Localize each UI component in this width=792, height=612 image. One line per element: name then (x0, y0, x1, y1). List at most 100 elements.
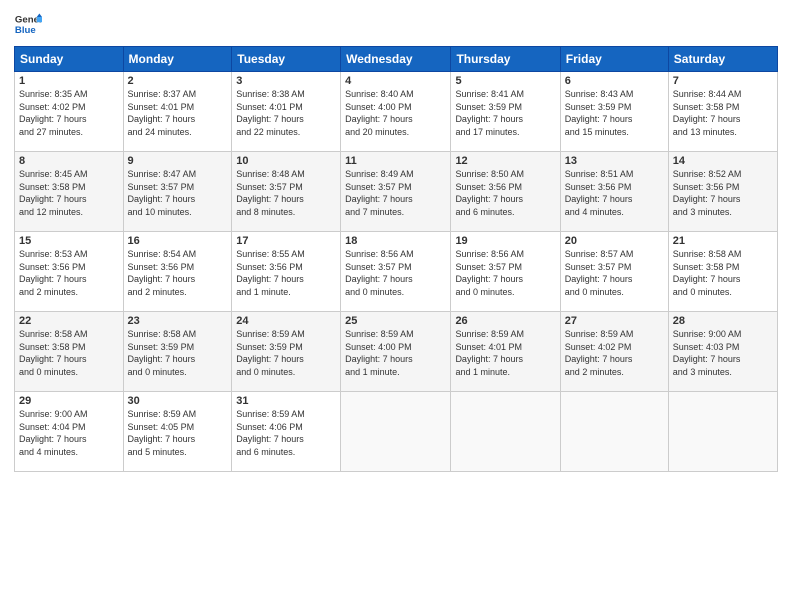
day-info: Sunrise: 8:44 AMSunset: 3:58 PMDaylight:… (673, 88, 773, 138)
calendar-cell: 7Sunrise: 8:44 AMSunset: 3:58 PMDaylight… (668, 72, 777, 152)
calendar-cell: 16Sunrise: 8:54 AMSunset: 3:56 PMDayligh… (123, 232, 232, 312)
day-number: 30 (128, 395, 228, 407)
calendar-cell: 29Sunrise: 9:00 AMSunset: 4:04 PMDayligh… (15, 392, 124, 472)
day-info: Sunrise: 8:59 AMSunset: 4:06 PMDaylight:… (236, 408, 336, 458)
day-info: Sunrise: 8:54 AMSunset: 3:56 PMDaylight:… (128, 248, 228, 298)
day-number: 28 (673, 315, 773, 327)
calendar-cell: 11Sunrise: 8:49 AMSunset: 3:57 PMDayligh… (341, 152, 451, 232)
day-number: 5 (455, 75, 555, 87)
day-info: Sunrise: 8:35 AMSunset: 4:02 PMDaylight:… (19, 88, 119, 138)
day-number: 24 (236, 315, 336, 327)
day-info: Sunrise: 8:48 AMSunset: 3:57 PMDaylight:… (236, 168, 336, 218)
weekday-header-tuesday: Tuesday (232, 47, 341, 72)
calendar-cell: 26Sunrise: 8:59 AMSunset: 4:01 PMDayligh… (451, 312, 560, 392)
calendar-cell: 30Sunrise: 8:59 AMSunset: 4:05 PMDayligh… (123, 392, 232, 472)
calendar-cell: 19Sunrise: 8:56 AMSunset: 3:57 PMDayligh… (451, 232, 560, 312)
day-info: Sunrise: 8:58 AMSunset: 3:58 PMDaylight:… (19, 328, 119, 378)
day-number: 26 (455, 315, 555, 327)
calendar-cell: 21Sunrise: 8:58 AMSunset: 3:58 PMDayligh… (668, 232, 777, 312)
day-info: Sunrise: 8:49 AMSunset: 3:57 PMDaylight:… (345, 168, 446, 218)
day-info: Sunrise: 9:00 AMSunset: 4:03 PMDaylight:… (673, 328, 773, 378)
day-number: 12 (455, 155, 555, 167)
day-info: Sunrise: 8:59 AMSunset: 4:01 PMDaylight:… (455, 328, 555, 378)
day-info: Sunrise: 8:59 AMSunset: 4:02 PMDaylight:… (565, 328, 664, 378)
day-info: Sunrise: 8:58 AMSunset: 3:59 PMDaylight:… (128, 328, 228, 378)
calendar-cell: 10Sunrise: 8:48 AMSunset: 3:57 PMDayligh… (232, 152, 341, 232)
calendar-cell: 22Sunrise: 8:58 AMSunset: 3:58 PMDayligh… (15, 312, 124, 392)
calendar-cell: 18Sunrise: 8:56 AMSunset: 3:57 PMDayligh… (341, 232, 451, 312)
day-number: 14 (673, 155, 773, 167)
day-info: Sunrise: 8:56 AMSunset: 3:57 PMDaylight:… (455, 248, 555, 298)
day-number: 21 (673, 235, 773, 247)
day-info: Sunrise: 9:00 AMSunset: 4:04 PMDaylight:… (19, 408, 119, 458)
day-info: Sunrise: 8:57 AMSunset: 3:57 PMDaylight:… (565, 248, 664, 298)
calendar-cell: 20Sunrise: 8:57 AMSunset: 3:57 PMDayligh… (560, 232, 668, 312)
day-number: 29 (19, 395, 119, 407)
day-number: 19 (455, 235, 555, 247)
week-row-4: 22Sunrise: 8:58 AMSunset: 3:58 PMDayligh… (15, 312, 778, 392)
calendar-cell: 3Sunrise: 8:38 AMSunset: 4:01 PMDaylight… (232, 72, 341, 152)
day-number: 20 (565, 235, 664, 247)
day-number: 27 (565, 315, 664, 327)
calendar-cell (451, 392, 560, 472)
day-info: Sunrise: 8:56 AMSunset: 3:57 PMDaylight:… (345, 248, 446, 298)
day-number: 18 (345, 235, 446, 247)
calendar-cell: 13Sunrise: 8:51 AMSunset: 3:56 PMDayligh… (560, 152, 668, 232)
calendar-cell: 8Sunrise: 8:45 AMSunset: 3:58 PMDaylight… (15, 152, 124, 232)
day-number: 15 (19, 235, 119, 247)
weekday-header-wednesday: Wednesday (341, 47, 451, 72)
calendar-cell (560, 392, 668, 472)
day-info: Sunrise: 8:50 AMSunset: 3:56 PMDaylight:… (455, 168, 555, 218)
calendar-cell: 4Sunrise: 8:40 AMSunset: 4:00 PMDaylight… (341, 72, 451, 152)
day-number: 25 (345, 315, 446, 327)
svg-text:Blue: Blue (15, 25, 36, 36)
weekday-header-friday: Friday (560, 47, 668, 72)
calendar-cell: 1Sunrise: 8:35 AMSunset: 4:02 PMDaylight… (15, 72, 124, 152)
calendar: SundayMondayTuesdayWednesdayThursdayFrid… (14, 46, 778, 472)
week-row-5: 29Sunrise: 9:00 AMSunset: 4:04 PMDayligh… (15, 392, 778, 472)
calendar-cell (668, 392, 777, 472)
day-number: 2 (128, 75, 228, 87)
day-info: Sunrise: 8:52 AMSunset: 3:56 PMDaylight:… (673, 168, 773, 218)
day-info: Sunrise: 8:53 AMSunset: 3:56 PMDaylight:… (19, 248, 119, 298)
day-number: 10 (236, 155, 336, 167)
day-number: 6 (565, 75, 664, 87)
day-info: Sunrise: 8:59 AMSunset: 3:59 PMDaylight:… (236, 328, 336, 378)
calendar-cell: 9Sunrise: 8:47 AMSunset: 3:57 PMDaylight… (123, 152, 232, 232)
day-info: Sunrise: 8:45 AMSunset: 3:58 PMDaylight:… (19, 168, 119, 218)
day-number: 1 (19, 75, 119, 87)
calendar-cell: 14Sunrise: 8:52 AMSunset: 3:56 PMDayligh… (668, 152, 777, 232)
weekday-header-monday: Monday (123, 47, 232, 72)
logo: General Blue (14, 10, 42, 38)
weekday-header-thursday: Thursday (451, 47, 560, 72)
day-number: 31 (236, 395, 336, 407)
day-number: 3 (236, 75, 336, 87)
calendar-cell: 5Sunrise: 8:41 AMSunset: 3:59 PMDaylight… (451, 72, 560, 152)
day-info: Sunrise: 8:40 AMSunset: 4:00 PMDaylight:… (345, 88, 446, 138)
header-row: SundayMondayTuesdayWednesdayThursdayFrid… (15, 47, 778, 72)
week-row-1: 1Sunrise: 8:35 AMSunset: 4:02 PMDaylight… (15, 72, 778, 152)
calendar-cell: 12Sunrise: 8:50 AMSunset: 3:56 PMDayligh… (451, 152, 560, 232)
calendar-cell: 31Sunrise: 8:59 AMSunset: 4:06 PMDayligh… (232, 392, 341, 472)
header: General Blue (14, 10, 778, 38)
page: General Blue SundayMondayTuesdayWednesda… (0, 0, 792, 612)
day-info: Sunrise: 8:51 AMSunset: 3:56 PMDaylight:… (565, 168, 664, 218)
calendar-cell: 6Sunrise: 8:43 AMSunset: 3:59 PMDaylight… (560, 72, 668, 152)
day-info: Sunrise: 8:47 AMSunset: 3:57 PMDaylight:… (128, 168, 228, 218)
calendar-cell: 15Sunrise: 8:53 AMSunset: 3:56 PMDayligh… (15, 232, 124, 312)
calendar-cell: 2Sunrise: 8:37 AMSunset: 4:01 PMDaylight… (123, 72, 232, 152)
calendar-cell (341, 392, 451, 472)
calendar-cell: 28Sunrise: 9:00 AMSunset: 4:03 PMDayligh… (668, 312, 777, 392)
day-number: 4 (345, 75, 446, 87)
day-number: 17 (236, 235, 336, 247)
weekday-header-sunday: Sunday (15, 47, 124, 72)
day-number: 23 (128, 315, 228, 327)
day-info: Sunrise: 8:58 AMSunset: 3:58 PMDaylight:… (673, 248, 773, 298)
day-info: Sunrise: 8:59 AMSunset: 4:05 PMDaylight:… (128, 408, 228, 458)
day-number: 9 (128, 155, 228, 167)
day-info: Sunrise: 8:59 AMSunset: 4:00 PMDaylight:… (345, 328, 446, 378)
calendar-cell: 27Sunrise: 8:59 AMSunset: 4:02 PMDayligh… (560, 312, 668, 392)
day-info: Sunrise: 8:41 AMSunset: 3:59 PMDaylight:… (455, 88, 555, 138)
calendar-cell: 24Sunrise: 8:59 AMSunset: 3:59 PMDayligh… (232, 312, 341, 392)
day-number: 11 (345, 155, 446, 167)
